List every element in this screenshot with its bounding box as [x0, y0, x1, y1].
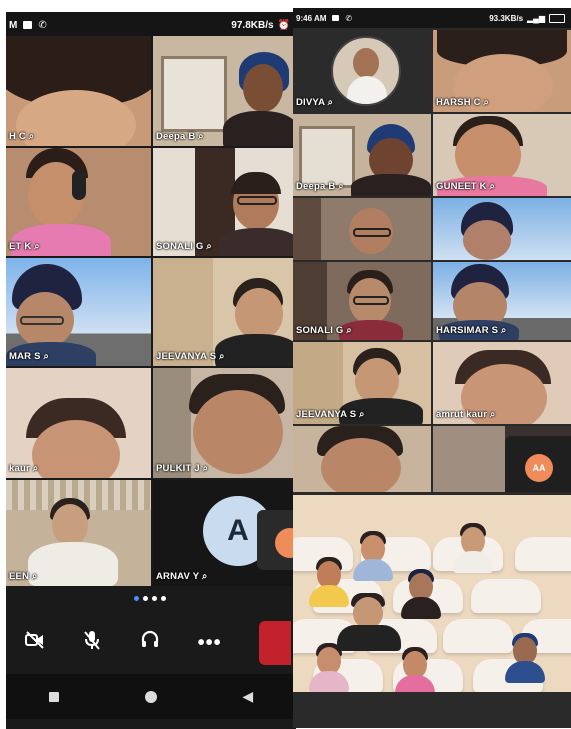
participant-name: amrut kaur ⌕: [436, 409, 496, 420]
participant-tile[interactable]: amrut kaur ⌕: [433, 342, 571, 424]
participant-name: GUNEET K ⌕: [436, 181, 496, 192]
participant-name: H C ⌕: [9, 131, 35, 142]
home-icon[interactable]: [144, 690, 157, 703]
participant-tile[interactable]: AA: [433, 426, 571, 492]
participant-tile[interactable]: kaur ⌕: [6, 368, 151, 478]
participant-tile[interactable]: [293, 426, 431, 492]
participant-name: DIVYA ⌕: [296, 97, 334, 108]
participant-name: ET K ⌕: [9, 241, 40, 252]
alarm-icon: ⏰: [277, 19, 290, 31]
more-options-icon[interactable]: •••: [198, 632, 222, 655]
participant-tile[interactable]: PULKIT J ⌕: [153, 368, 296, 478]
network-speed: 93.3KB/s: [489, 13, 524, 23]
participant-tile[interactable]: HARSH C ⌕: [433, 30, 571, 112]
participant-tile[interactable]: [293, 198, 431, 260]
participant-tile[interactable]: A ARNAV Y ⌕: [153, 480, 296, 586]
participant-name: MAR S ⌕: [9, 351, 49, 362]
participant-tile[interactable]: JEEVANYA S ⌕: [293, 342, 431, 424]
network-speed: 97.8KB/s: [231, 19, 274, 31]
leave-call-button[interactable]: [259, 621, 292, 665]
phone-call-icon: ✆: [38, 19, 47, 31]
participant-name: JEEVANYA S ⌕: [296, 409, 365, 420]
participant-name: Deepa B ⌕: [296, 181, 344, 192]
notification-icon: [23, 21, 33, 29]
left-phone-screen: M ✆ 97.8KB/s ⏰ H C ⌕ Deepa B ⌕ ET K ⌕ SO…: [6, 12, 296, 729]
virtual-classroom-view[interactable]: [293, 495, 571, 700]
participant-tile[interactable]: EEN ⌕: [6, 480, 151, 586]
participant-tile[interactable]: JEEVANYA S ⌕: [153, 258, 296, 366]
avatar-initial: AA: [532, 463, 546, 473]
participant-tile[interactable]: SONALI G ⌕: [293, 262, 431, 340]
status-time: 9:46 AM: [296, 13, 327, 23]
participant-tile[interactable]: Deepa B ⌕: [153, 36, 296, 146]
participant-tile[interactable]: Deepa B ⌕: [293, 114, 431, 196]
participant-name: HARSIMAR S ⌕: [436, 325, 507, 336]
participant-name: EEN ⌕: [9, 571, 38, 582]
mic-off-icon[interactable]: [82, 629, 102, 657]
participant-name: SONALI G ⌕: [296, 325, 352, 336]
participant-avatar: [331, 36, 401, 106]
video-off-icon[interactable]: [24, 630, 45, 656]
page-dot[interactable]: [143, 596, 148, 601]
status-bar: 9:46 AM ✆ 93.3KB/s ▂▄▆: [293, 8, 571, 28]
participant-tile[interactable]: H C ⌕: [6, 36, 151, 146]
participant-tile[interactable]: ET K ⌕: [6, 148, 151, 256]
signal-icon: ▂▄▆: [527, 13, 545, 23]
notification-icon: [332, 15, 340, 21]
recents-icon[interactable]: [48, 691, 59, 702]
battery-icon: [549, 13, 565, 23]
page-dot[interactable]: [161, 596, 166, 601]
page-dot[interactable]: [134, 596, 139, 601]
participant-tile[interactable]: MAR S ⌕: [6, 258, 151, 366]
participant-tile[interactable]: GUNEET K ⌕: [433, 114, 571, 196]
status-time: M: [9, 19, 18, 31]
status-bar: M ✆ 97.8KB/s ⏰: [6, 12, 296, 38]
participant-name: SONALI G ⌕: [156, 241, 212, 252]
avatar-initial: A: [227, 514, 249, 547]
participant-name: PULKIT J ⌕: [156, 463, 209, 474]
headset-icon[interactable]: [140, 630, 160, 656]
right-phone-screen: 9:46 AM ✆ 93.3KB/s ▂▄▆ DIVYA ⌕ HARSH C ⌕…: [293, 8, 571, 728]
participant-tile[interactable]: SONALI G ⌕: [153, 148, 296, 256]
back-icon[interactable]: ◀: [242, 688, 253, 705]
bottom-bar: [293, 692, 571, 728]
participant-avatar: AA: [525, 454, 553, 482]
page-indicator[interactable]: [134, 596, 166, 601]
page-dot[interactable]: [152, 596, 157, 601]
call-controls: •••: [6, 612, 296, 674]
participant-name: HARSH C ⌕: [436, 97, 490, 108]
participant-tile[interactable]: DIVYA ⌕: [293, 30, 431, 112]
phone-call-icon: ✆: [345, 13, 353, 23]
participant-tile[interactable]: [433, 198, 571, 260]
participant-name: Deepa B ⌕: [156, 131, 204, 142]
participant-tile[interactable]: HARSIMAR S ⌕: [433, 262, 571, 340]
participant-name: JEEVANYA S ⌕: [156, 351, 225, 362]
participant-name: kaur ⌕: [9, 463, 39, 474]
system-nav-bar: ◀: [6, 674, 296, 719]
participant-name: ARNAV Y ⌕: [156, 571, 208, 582]
